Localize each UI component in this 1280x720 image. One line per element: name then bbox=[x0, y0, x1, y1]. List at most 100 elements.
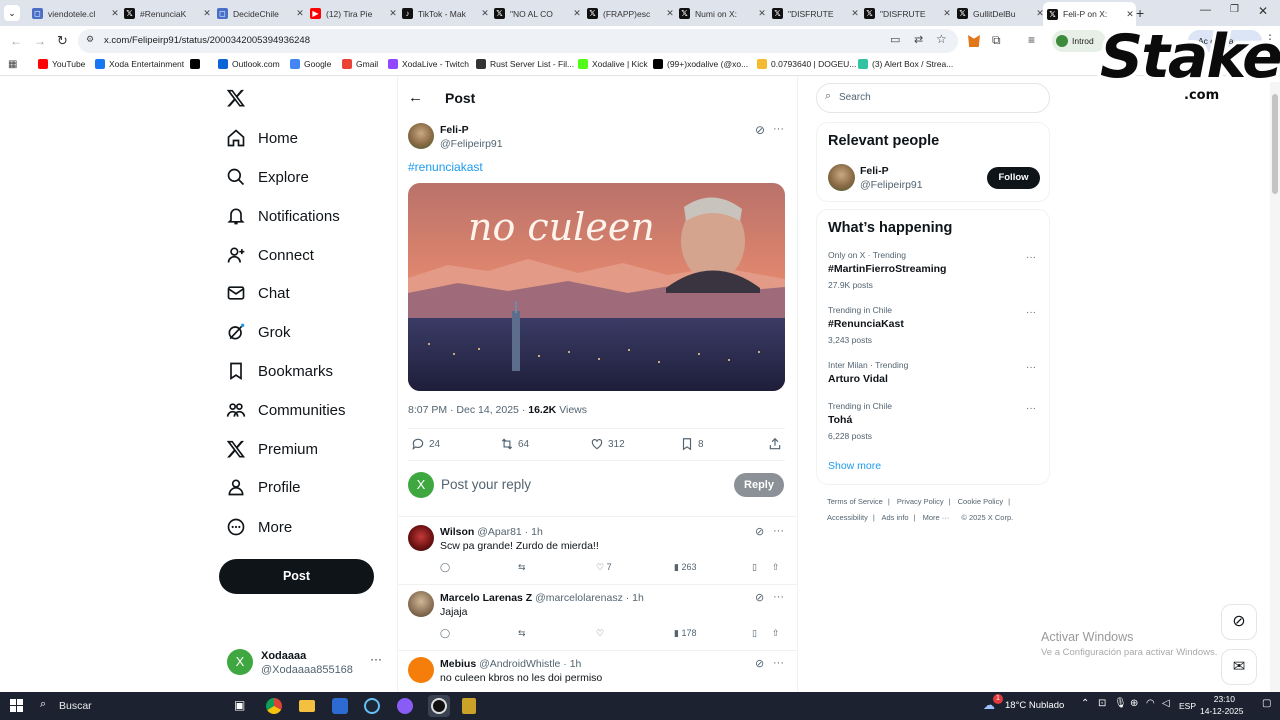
sidebar-item-chat[interactable]: Chat bbox=[226, 278, 290, 308]
bookmark-item[interactable]: YouTube bbox=[38, 59, 85, 69]
taskbar-search[interactable]: Buscar bbox=[59, 700, 92, 712]
trend-more-icon[interactable]: ··· bbox=[1026, 252, 1036, 263]
tray-mic-icon[interactable]: 🎙 bbox=[1114, 698, 1127, 709]
search-input[interactable]: Search bbox=[839, 92, 871, 103]
trend-item[interactable]: Trending in Chile Tohá 6,228 posts ··· bbox=[828, 401, 1040, 449]
file-explorer-icon[interactable] bbox=[299, 700, 315, 712]
comment-views[interactable]: ▮ 263 bbox=[674, 562, 697, 573]
trend-more-icon[interactable]: ··· bbox=[1026, 307, 1036, 318]
apps-grid-icon[interactable]: ▦ bbox=[8, 59, 17, 70]
follow-button[interactable]: Follow bbox=[987, 167, 1040, 189]
footer-terms[interactable]: Terms of Service bbox=[827, 497, 883, 506]
page-scrollbar[interactable] bbox=[1270, 82, 1280, 692]
scrollbar-thumb[interactable] bbox=[1272, 94, 1278, 194]
bookmark-item[interactable]: Xodalive | Kick bbox=[578, 59, 648, 69]
bookmark-item[interactable]: Xoda Entertainment bbox=[95, 59, 184, 69]
tweet-hashtag[interactable]: #renunciakast bbox=[408, 160, 483, 174]
relevant-avatar[interactable] bbox=[828, 164, 855, 191]
sidebar-item-premium[interactable]: Premium bbox=[226, 434, 318, 464]
bookmark-item[interactable] bbox=[190, 59, 204, 69]
reload-icon[interactable]: ↻ bbox=[57, 33, 68, 49]
obs-icon[interactable] bbox=[428, 695, 450, 717]
share-action[interactable] bbox=[768, 437, 786, 451]
browser-tab[interactable]: ◻ DecideChile ✕ bbox=[213, 3, 306, 24]
comment-more-icon[interactable]: ··· bbox=[773, 591, 784, 603]
comment-more-icon[interactable]: ··· bbox=[773, 525, 784, 537]
tab-close-icon[interactable]: ✕ bbox=[201, 8, 213, 19]
clock-date[interactable]: 14-12-2025 bbox=[1200, 706, 1243, 716]
bookmark-item[interactable]: XodaLive - Twitch bbox=[388, 59, 469, 69]
bookmark-item[interactable]: (3) Alert Box / Strea... bbox=[858, 59, 953, 69]
minimize-button[interactable]: — bbox=[1200, 4, 1211, 16]
sidebar-item-home[interactable]: Home bbox=[226, 123, 298, 153]
browser-tab[interactable]: ▶ (12) Tira Pie ✕ bbox=[306, 3, 399, 24]
task-view-icon[interactable]: ▣ bbox=[234, 698, 245, 712]
install-app-icon[interactable]: ▭ bbox=[890, 33, 900, 46]
browser-tab[interactable]: 𝕏 #RenunciaK ✕ bbox=[120, 3, 213, 24]
comment-bookmark-icon[interactable]: ▯ bbox=[752, 628, 757, 639]
grok-explain-icon[interactable]: ⊘ bbox=[755, 123, 765, 137]
comment-repost-icon[interactable]: ⇆ bbox=[518, 562, 526, 573]
tray-wifi-icon[interactable]: ◠ bbox=[1146, 698, 1155, 709]
trend-more-icon[interactable]: ··· bbox=[1026, 362, 1036, 373]
forward-arrow-icon[interactable]: → bbox=[34, 34, 46, 48]
extension-icon[interactable]: ⧉ bbox=[992, 33, 1001, 48]
relevant-handle[interactable]: @Felipeirp91 bbox=[860, 179, 923, 191]
footer-accessibility[interactable]: Accessibility bbox=[827, 513, 868, 522]
bookmark-item[interactable]: 0.0793640 | DOGEU... bbox=[757, 59, 856, 69]
notification-center-icon[interactable]: ▢ bbox=[1262, 698, 1271, 709]
metamask-icon[interactable] bbox=[968, 35, 980, 47]
comment-handle[interactable]: @marcelolarenasz · 1h bbox=[535, 592, 644, 604]
bookmark-star-icon[interactable]: ☆ bbox=[936, 32, 947, 46]
like-action[interactable]: 312 bbox=[590, 437, 625, 451]
back-arrow-icon[interactable]: ← bbox=[10, 34, 22, 48]
browser-tab[interactable]: 𝕏 (FRAPP)esc ✕ bbox=[583, 3, 676, 24]
new-tab-button[interactable]: + bbox=[1136, 5, 1144, 21]
comment-author[interactable]: Mebius bbox=[440, 658, 476, 670]
repost-action[interactable]: 64 bbox=[500, 437, 529, 451]
browser-tab[interactable]: 𝕏 GullitDelBu ✕ bbox=[953, 3, 1046, 24]
sidebar-item-connect[interactable]: Connect bbox=[226, 240, 314, 270]
tray-network-icon[interactable]: ⊡ bbox=[1098, 698, 1106, 709]
author-name[interactable]: Feli-P bbox=[440, 124, 469, 136]
bookmark-item[interactable]: Gmail bbox=[342, 59, 378, 69]
store-icon[interactable] bbox=[332, 698, 348, 714]
grok-explain-icon[interactable]: ⊘ bbox=[755, 525, 764, 538]
comment-handle[interactable]: @Apar81 · 1h bbox=[477, 526, 543, 538]
sidebar-item-explore[interactable]: Explore bbox=[226, 162, 309, 192]
tray-language[interactable]: ESP bbox=[1179, 701, 1196, 711]
footer-privacy[interactable]: Privacy Policy bbox=[897, 497, 944, 506]
back-button[interactable]: ← bbox=[408, 89, 423, 106]
comment-like-action[interactable]: ♡ bbox=[596, 628, 604, 639]
messages-float-button[interactable]: ✉ bbox=[1221, 649, 1257, 685]
sidebar-item-profile[interactable]: Profile bbox=[226, 472, 301, 502]
weather-text[interactable]: 18°C Nublado bbox=[1005, 700, 1064, 711]
grok-float-button[interactable]: ⊘ bbox=[1221, 604, 1257, 640]
tray-app-icon[interactable]: ⊕ bbox=[1130, 698, 1138, 709]
reading-list-icon[interactable]: ≡ bbox=[1028, 33, 1035, 47]
account-switcher[interactable]: X Xodaaaa @Xodaaaa855168 ··· bbox=[222, 644, 392, 682]
reply-button[interactable]: Reply bbox=[734, 473, 784, 497]
footer-cookie[interactable]: Cookie Policy bbox=[958, 497, 1003, 506]
comment-author[interactable]: Marcelo Larenas Z bbox=[440, 592, 532, 604]
bookmark-item[interactable]: Google bbox=[290, 59, 331, 69]
trend-item[interactable]: Trending in Chile #RenunciaKast 3,243 post… bbox=[828, 305, 1040, 353]
comment-bookmark-icon[interactable]: ▯ bbox=[752, 562, 757, 573]
comment-like-action[interactable]: ♡ 7 bbox=[596, 562, 612, 573]
comment-avatar[interactable] bbox=[408, 591, 434, 617]
footer-more[interactable]: More ··· bbox=[923, 513, 950, 522]
sidebar-item-grok[interactable]: Grok bbox=[226, 317, 291, 347]
bookmark-item[interactable]: Outlook.com bbox=[218, 59, 280, 69]
footer-ads[interactable]: Ads info bbox=[881, 513, 908, 522]
browser-tab[interactable]: 𝕏 "DISFRUTE ✕ bbox=[860, 3, 953, 24]
trend-more-icon[interactable]: ··· bbox=[1026, 403, 1036, 414]
site-info-icon[interactable]: ⚙ bbox=[86, 34, 94, 45]
browser-tab[interactable]: ♪ TikTok - Mak ✕ bbox=[398, 3, 491, 24]
comment-views[interactable]: ▮ 178 bbox=[674, 628, 697, 639]
tweet-more-icon[interactable]: ··· bbox=[773, 123, 784, 135]
relevant-name[interactable]: Feli-P bbox=[860, 165, 889, 177]
close-window-button[interactable]: ✕ bbox=[1258, 4, 1268, 18]
steam-icon[interactable] bbox=[364, 698, 380, 714]
comment-author[interactable]: Wilson bbox=[440, 526, 474, 538]
comment-handle[interactable]: @AndroidWhistle · 1h bbox=[479, 658, 581, 670]
